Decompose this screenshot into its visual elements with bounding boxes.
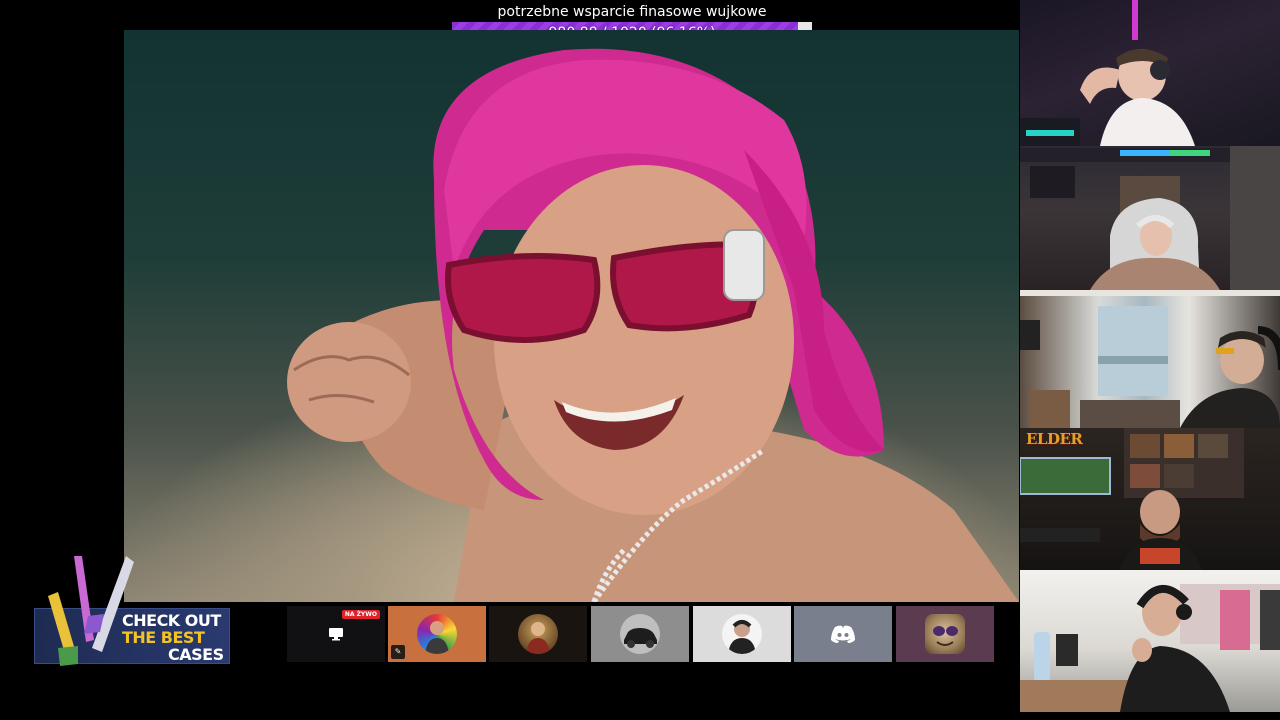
tile-person-avatar[interactable] [693,606,791,662]
webcam-feed-1 [1020,0,1280,146]
goal-title: potrzebne wsparcie finasowe wujkowe [497,4,767,20]
stage-portrait-illustration [287,48,1019,602]
webcam-1-scene [1020,0,1195,146]
avatar-gold [518,614,558,654]
tile-car-avatar[interactable] [591,606,689,662]
webcam-3-scene [1020,290,1280,428]
person-icon [728,620,756,654]
promo-ad-check-out-cases[interactable]: CHECK OUT THE BEST CASES [34,556,232,674]
tile-discord[interactable] [794,606,892,662]
meme-face-icon [933,626,958,646]
live-badge: NA ŻYWO [341,610,380,619]
webcam-2-scene [1020,146,1280,290]
webcam-feed-3 [1020,290,1280,428]
discord-icon [831,625,855,643]
avatar-figure-icon [425,621,449,654]
person-avatar [722,614,762,654]
car-icon [624,628,657,648]
promo-line-3: CASES [168,645,224,664]
avatar-figure-icon [526,622,550,654]
tile-avatar-gold[interactable] [489,606,587,662]
main-stage-image [124,30,1019,602]
avatar-rainbow [417,614,457,654]
elder-logo: ELDER [1026,430,1083,448]
webcam-feed-5 [1020,570,1280,712]
webcam-feed-4: ELDER [1020,428,1280,570]
tile-live-monitor[interactable]: NA ŻYWO [287,606,385,662]
promo-line-2: THE BEST [122,628,205,647]
meme-face-avatar [925,614,965,654]
edit-badge: ✎ [391,645,405,659]
monitor-icon [329,628,343,641]
tile-meme-face-avatar[interactable] [896,606,994,662]
webcam-4-scene [1020,428,1244,570]
promo-line-1: CHECK OUT [122,611,221,630]
car-avatar [620,614,660,654]
tile-avatar-rainbow[interactable]: ✎ [388,606,486,662]
webcam-feed-2 [1020,146,1280,290]
webcam-5-scene [1020,584,1280,712]
